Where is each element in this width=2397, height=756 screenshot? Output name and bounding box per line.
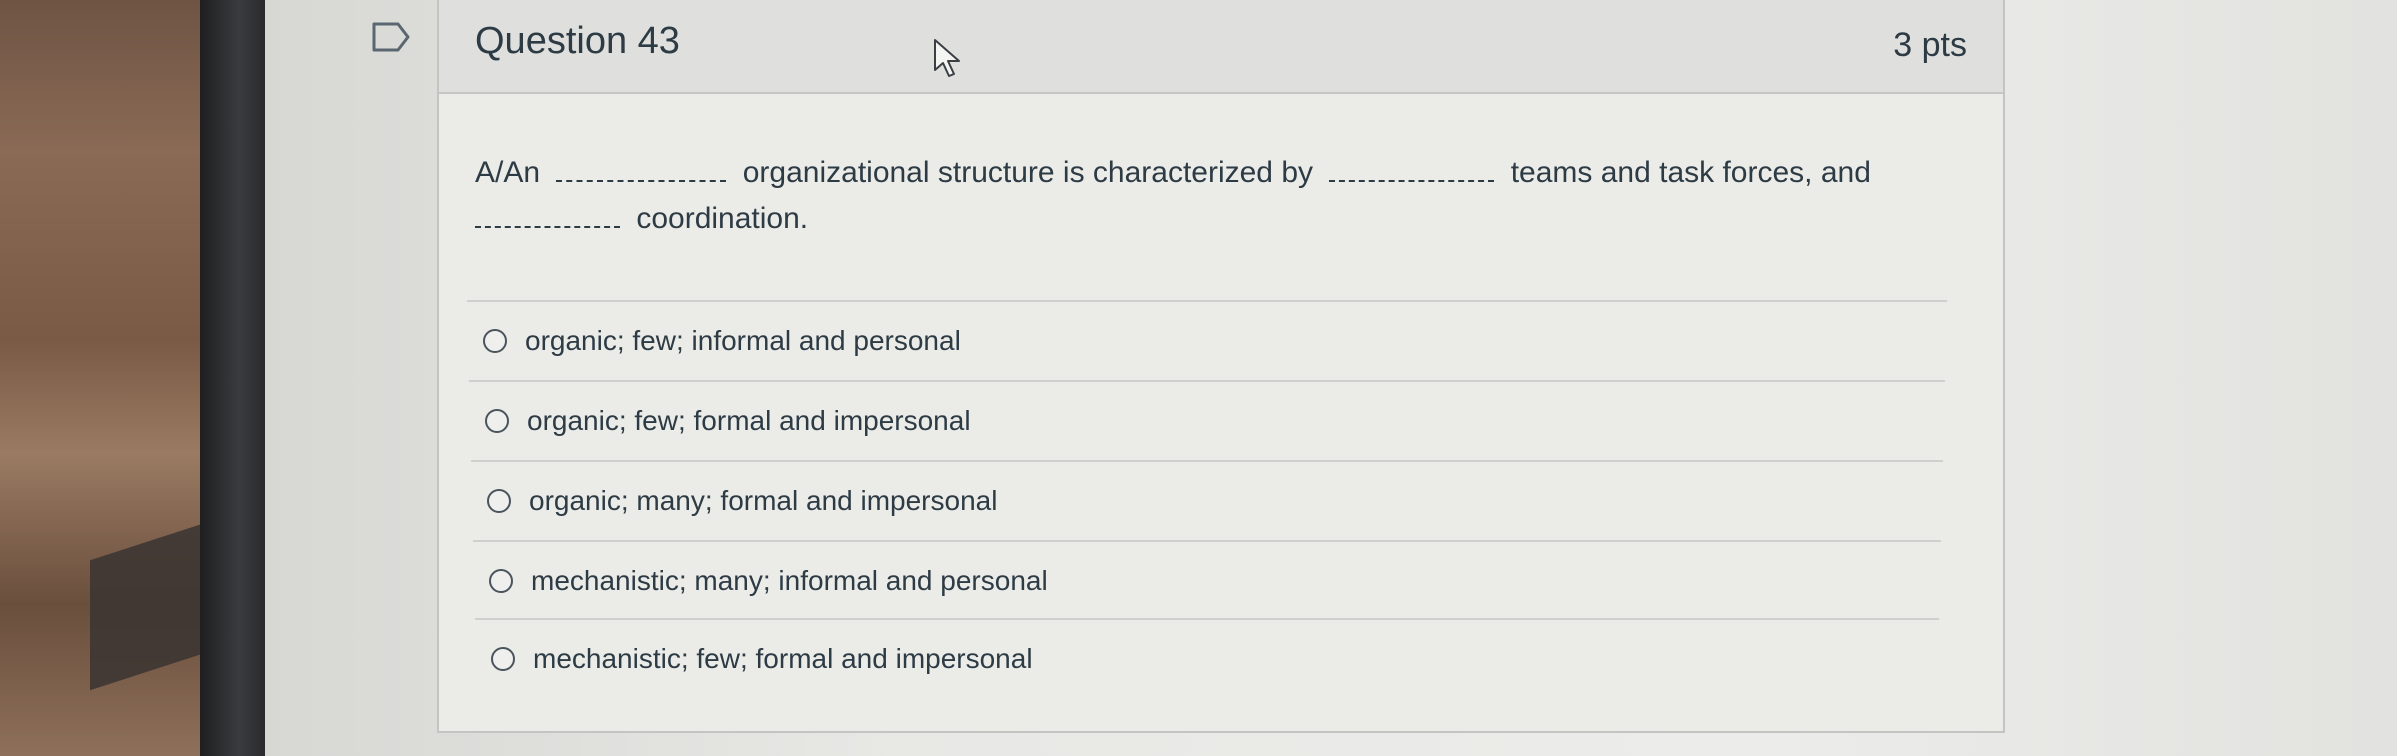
radio-button-icon[interactable] xyxy=(489,569,513,593)
monitor-bezel xyxy=(200,0,265,756)
flag-question-icon[interactable] xyxy=(372,22,410,52)
answer-label: organic; few; formal and impersonal xyxy=(527,405,971,436)
question-text: A/An organizational structure is charact… xyxy=(475,150,1955,242)
answer-label: mechanistic; few; formal and impersonal xyxy=(533,643,1033,674)
question-title: Question 43 xyxy=(475,20,680,62)
question-card: Question 43 3 pts A/An organizational st… xyxy=(437,0,2005,733)
question-text-part2: organizational structure is characterize… xyxy=(742,156,1314,189)
radio-button-icon[interactable] xyxy=(483,329,507,353)
radio-button-icon[interactable] xyxy=(487,489,511,513)
blank-1 xyxy=(556,179,727,182)
question-text-part4: coordination. xyxy=(636,202,809,235)
answer-label: organic; many; formal and impersonal xyxy=(529,485,998,516)
question-text-part1: A/An xyxy=(475,156,541,189)
mouse-pointer-icon xyxy=(934,39,960,77)
question-header: Question 43 3 pts xyxy=(439,0,2003,94)
answer-label: mechanistic; many; informal and personal xyxy=(531,565,1048,596)
radio-button-icon[interactable] xyxy=(485,409,509,433)
answer-option[interactable]: mechanistic; many; informal and personal xyxy=(473,540,1941,620)
answer-option[interactable]: organic; few; formal and impersonal xyxy=(469,380,1945,460)
blank-2 xyxy=(1329,179,1495,182)
radio-button-icon[interactable] xyxy=(491,647,515,671)
answer-option[interactable]: organic; few; informal and personal xyxy=(467,300,1947,380)
answer-option[interactable]: mechanistic; few; formal and impersonal xyxy=(475,618,1939,698)
answer-label: organic; few; informal and personal xyxy=(525,325,961,356)
answer-option[interactable]: organic; many; formal and impersonal xyxy=(471,460,1943,540)
blank-3 xyxy=(475,225,620,228)
question-text-part3: teams and task forces, and xyxy=(1510,156,1871,189)
question-points: 3 pts xyxy=(1893,26,1967,64)
